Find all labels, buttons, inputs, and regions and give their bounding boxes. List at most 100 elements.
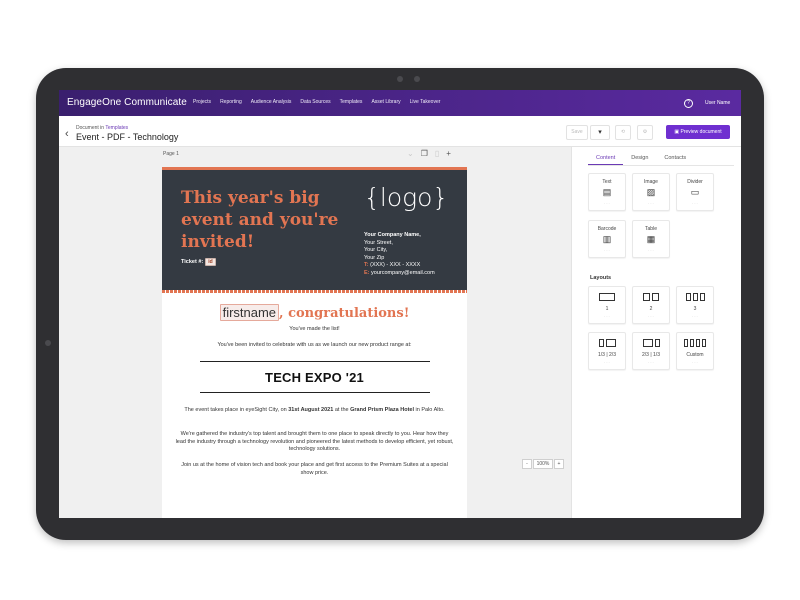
content-item-label: Table <box>645 226 657 232</box>
top-nav-bar: EngageOne Communicate Projects Reporting… <box>59 90 741 116</box>
nav-data-sources[interactable]: Data Sources <box>300 99 330 105</box>
layout-custom[interactable]: Custom · · · <box>676 332 714 370</box>
content-item-hint: · · · <box>648 202 654 206</box>
company-street: Your Street, <box>364 239 393 246</box>
barcode-icon: ▥ <box>602 234 612 244</box>
content-item-table[interactable]: Table ▦ · · · <box>632 220 670 258</box>
layout-1-column[interactable]: 1 · · · <box>588 286 626 324</box>
document-header: ‹ Document in Templates Event - PDF - Te… <box>59 116 741 147</box>
content-item-label: Image <box>644 179 658 185</box>
nav-asset-library[interactable]: Asset Library <box>371 99 400 105</box>
content-item-image[interactable]: Image ▨ · · · <box>632 173 670 211</box>
layout-3-columns[interactable]: 3 · · · <box>676 286 714 324</box>
layout-label: 1/3 | 2/3 <box>598 352 616 358</box>
congrats-heading: firstname, congratulations! <box>162 304 467 321</box>
company-phone: (XXX) - XXX - XXXX <box>370 262 421 268</box>
breadcrumb-templates-link[interactable]: Templates <box>105 125 128 131</box>
home-button <box>45 340 51 346</box>
nav-templates[interactable]: Templates <box>340 99 363 105</box>
ticket-id-field[interactable]: id <box>205 258 216 266</box>
layout-two-thirds-one-third[interactable]: 2/3 | 1/3 · · · <box>632 332 670 370</box>
preview-icon: ▣ <box>674 129 680 135</box>
breadcrumb-prefix: Document in <box>76 125 105 131</box>
user-menu[interactable]: User Name <box>705 100 730 106</box>
p1-date: 31st August 2021 <box>288 407 334 413</box>
layout-hint: · · · <box>604 361 610 365</box>
chevron-down-icon[interactable]: ⌄ <box>407 149 414 158</box>
nav-audience-analysis[interactable]: Audience Analysis <box>251 99 292 105</box>
nav-projects[interactable]: Projects <box>193 99 211 105</box>
save-button[interactable]: Save <box>566 125 588 140</box>
hero-headline: This year's big event and you're invited… <box>181 188 339 252</box>
content-item-hint: · · · <box>604 202 610 206</box>
zoom-level: 100% <box>533 459 553 469</box>
company-name: Your Company Name, <box>364 232 421 238</box>
preview-document-button[interactable]: ▣ Preview document <box>666 125 730 139</box>
invite-text: You've been invited to celebrate with us… <box>217 342 412 348</box>
company-address: Your Company Name, Your Street, Your Cit… <box>364 232 435 277</box>
event-name: TECH EXPO '21 <box>265 370 364 385</box>
company-email: yourcompany@email.com <box>371 269 435 276</box>
zoom-out-button[interactable]: - <box>522 459 532 469</box>
history-icon[interactable]: ⟲ <box>615 125 631 140</box>
layout-hint: · · · <box>692 361 698 365</box>
copy-page-icon[interactable]: ❐ <box>421 149 428 158</box>
camera-dot <box>397 76 403 82</box>
content-item-barcode[interactable]: Barcode ▥ · · · <box>588 220 626 258</box>
layout-label: 1 <box>605 306 609 312</box>
chevron-down-icon[interactable]: ▾ <box>590 125 610 140</box>
add-page-icon[interactable]: + <box>446 149 451 158</box>
zoom-in-button[interactable]: + <box>554 459 564 469</box>
content-item-label: Text <box>602 179 612 185</box>
content-item-divider[interactable]: Divider ▭ · · · <box>676 173 714 211</box>
editor-canvas: Page 1 ⌄ ❐ ▯ + This year's big event and… <box>59 147 571 518</box>
page-tools: ⌄ ❐ ▯ + <box>407 149 451 158</box>
layout-hint: · · · <box>604 315 610 319</box>
logo-placeholder[interactable]: {logo} <box>364 183 448 212</box>
zoom-control: - 100% + <box>522 459 564 469</box>
hero-banner[interactable]: This year's big event and you're invited… <box>162 170 467 290</box>
company-phone-line: T: (XXX) - XXX - XXXX <box>364 262 435 270</box>
tab-contacts[interactable]: Contacts <box>656 153 694 164</box>
table-icon: ▦ <box>646 234 656 244</box>
p1-text-c: in Palo Alto. <box>414 407 445 413</box>
content-item-hint: · · · <box>692 202 698 206</box>
content-item-label: Divider <box>687 179 703 185</box>
nav-live-takeover[interactable]: Live Takeover <box>410 99 441 105</box>
layout-2-icon <box>633 293 669 301</box>
image-icon: ▨ <box>646 187 656 197</box>
firstname-field[interactable]: firstname <box>219 304 280 321</box>
layout-label: 2 <box>649 306 653 312</box>
layout-one-third-two-thirds[interactable]: 1/3 | 2/3 · · · <box>588 332 626 370</box>
layout-1-3-2-3-icon <box>589 339 625 347</box>
nav-reporting[interactable]: Reporting <box>220 99 242 105</box>
back-arrow-icon[interactable]: ‹ <box>65 129 69 140</box>
layout-label: 3 <box>693 306 697 312</box>
settings-icon[interactable]: ⚙ <box>637 125 653 140</box>
breadcrumb: Document in Templates <box>76 125 128 131</box>
delete-page-icon[interactable]: ▯ <box>435 149 439 158</box>
p1-text-a: The event takes place in eyeSight City, … <box>184 407 289 413</box>
phone-label: T: <box>364 262 369 268</box>
made-list-text: You've made the list! <box>289 326 340 332</box>
app-screen: EngageOne Communicate Projects Reporting… <box>59 90 741 518</box>
booking-paragraph: Join us at the home of vision tech and b… <box>181 462 448 476</box>
divider-icon: ▭ <box>690 187 700 197</box>
layout-2-columns[interactable]: 2 · · · <box>632 286 670 324</box>
dashed-divider <box>162 290 467 293</box>
layout-hint: · · · <box>692 315 698 319</box>
document-page[interactable]: This year's big event and you're invited… <box>162 167 467 518</box>
panel-tabs: Content Design Contacts <box>588 153 694 165</box>
event-details-paragraph: The event takes place in eyeSight City, … <box>175 407 454 415</box>
app-brand[interactable]: EngageOne Communicate <box>67 97 187 108</box>
tab-content[interactable]: Content <box>588 153 624 165</box>
main-nav: Projects Reporting Audience Analysis Dat… <box>193 99 440 105</box>
help-icon[interactable]: ? <box>684 99 693 108</box>
company-city: Your City, <box>364 247 388 253</box>
speakers-paragraph: We're gathered the industry's top talent… <box>175 431 454 452</box>
divider-bottom <box>200 392 430 393</box>
content-item-text[interactable]: Text ▤ · · · <box>588 173 626 211</box>
layouts-heading: Layouts <box>590 275 612 281</box>
tab-design[interactable]: Design <box>623 153 656 164</box>
p1-text-b: at the <box>333 407 351 413</box>
